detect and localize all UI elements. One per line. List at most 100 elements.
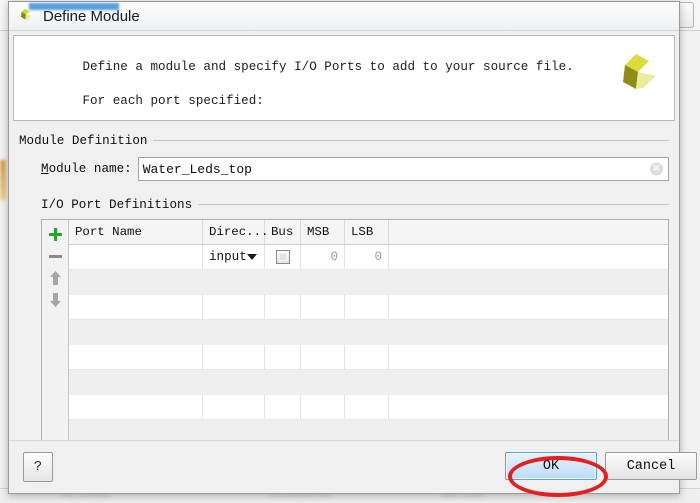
cell-empty[interactable]: [69, 295, 203, 319]
table-row-empty[interactable]: [69, 270, 668, 295]
io-ports-grid: Port Name Direc... Bus MSB LSB input 0 0: [69, 220, 668, 448]
cell-port-name[interactable]: [69, 245, 203, 269]
cell-spacer: [389, 395, 668, 419]
plus-icon: [48, 227, 62, 241]
vivado-logo-icon: [623, 54, 656, 89]
cell-empty[interactable]: [265, 345, 301, 369]
cancel-button[interactable]: Cancel: [605, 452, 697, 480]
cell-spacer: [389, 345, 668, 369]
remove-port-button[interactable]: [44, 245, 66, 267]
module-name-label-mnemonic: M: [41, 162, 49, 176]
cell-empty[interactable]: [203, 320, 265, 344]
move-up-button[interactable]: [44, 267, 66, 289]
cell-empty[interactable]: [265, 295, 301, 319]
cell-empty[interactable]: [69, 320, 203, 344]
cell-spacer: [389, 270, 668, 294]
module-name-input[interactable]: Water_Leds_top ✖: [137, 157, 669, 181]
add-port-button[interactable]: [44, 223, 66, 245]
module-definition-group: Module Definition: [19, 131, 669, 149]
dialog-footer: ? OK Cancel: [9, 440, 697, 493]
cell-empty[interactable]: [345, 395, 389, 419]
cell-empty[interactable]: [301, 395, 345, 419]
clear-circle-icon[interactable]: ✖: [650, 162, 663, 176]
cell-empty[interactable]: [265, 370, 301, 394]
column-header-lsb[interactable]: LSB: [345, 220, 389, 244]
io-ports-toolbar: [42, 220, 69, 448]
move-down-button[interactable]: [44, 289, 66, 311]
cell-empty[interactable]: [203, 370, 265, 394]
background-side-accent: [0, 160, 6, 200]
help-button[interactable]: ?: [23, 452, 53, 482]
io-ports-table: Port Name Direc... Bus MSB LSB input 0 0: [41, 219, 669, 449]
cell-empty[interactable]: [301, 295, 345, 319]
cell-direction-dropdown[interactable]: input: [203, 245, 265, 269]
cell-spacer: [389, 370, 668, 394]
chevron-down-icon: [246, 254, 257, 260]
cell-empty[interactable]: [203, 395, 265, 419]
define-module-dialog: Define Module Define a module and specif…: [8, 1, 697, 494]
help-icon: ?: [33, 459, 43, 475]
cell-empty[interactable]: [301, 345, 345, 369]
cell-empty[interactable]: [345, 270, 389, 294]
column-header-bus[interactable]: Bus: [265, 220, 301, 244]
cell-empty[interactable]: [345, 370, 389, 394]
ok-button[interactable]: OK: [505, 452, 597, 480]
table-row[interactable]: input 0 0: [69, 245, 668, 270]
table-row-empty[interactable]: [69, 295, 668, 320]
description-line-2: For each port specified:: [82, 94, 264, 108]
direction-value: input: [209, 250, 247, 264]
arrow-up-icon: [49, 271, 61, 285]
arrow-down-icon: [49, 293, 61, 307]
table-row-empty[interactable]: [69, 345, 668, 370]
cell-empty[interactable]: [265, 395, 301, 419]
io-ports-header-row: Port Name Direc... Bus MSB LSB: [69, 220, 668, 245]
module-name-row: Module name: Water_Leds_top ✖: [41, 157, 669, 181]
cell-empty[interactable]: [69, 395, 203, 419]
cell-empty[interactable]: [69, 345, 203, 369]
column-header-spacer: [389, 220, 668, 244]
checkbox-inner: [278, 253, 287, 261]
dialog-title: Define Module: [43, 7, 140, 25]
module-name-label: Module name:: [41, 162, 132, 176]
cell-empty[interactable]: [301, 320, 345, 344]
cell-empty[interactable]: [345, 345, 389, 369]
cell-spacer: [389, 245, 668, 269]
ok-button-label: OK: [542, 458, 560, 474]
column-header-direction[interactable]: Direc...: [203, 220, 269, 244]
minus-icon: [48, 254, 62, 258]
cell-empty[interactable]: [301, 370, 345, 394]
cell-empty[interactable]: [345, 295, 389, 319]
bus-checkbox[interactable]: [275, 250, 290, 264]
dialog-titlebar[interactable]: Define Module: [9, 2, 679, 31]
cell-empty[interactable]: [265, 320, 301, 344]
table-row-empty[interactable]: [69, 320, 668, 345]
cell-spacer: [389, 295, 668, 319]
module-name-label-rest: odule name:: [48, 162, 132, 176]
xilinx-logo-icon: [20, 8, 32, 20]
cell-empty[interactable]: [69, 270, 203, 294]
module-definition-title: Module Definition: [19, 134, 154, 148]
cell-spacer: [389, 320, 668, 344]
io-ports-body: input 0 0: [69, 245, 668, 448]
cell-empty[interactable]: [301, 270, 345, 294]
cell-empty[interactable]: [203, 270, 265, 294]
table-row-empty[interactable]: [69, 395, 668, 420]
column-header-port-name[interactable]: Port Name: [69, 220, 203, 244]
cell-empty[interactable]: [69, 370, 203, 394]
column-header-msb[interactable]: MSB: [301, 220, 345, 244]
io-port-definitions-title: I/O Port Definitions: [41, 198, 199, 212]
cell-empty[interactable]: [203, 295, 265, 319]
cancel-button-label: Cancel: [626, 458, 676, 474]
description-text: Define a module and specify I/O Ports to…: [14, 36, 674, 120]
table-row-empty[interactable]: [69, 370, 668, 395]
module-name-value: Water_Leds_top: [142, 161, 252, 177]
cell-bus-checkbox[interactable]: [265, 245, 301, 269]
screen: Project Location P:/Source/work Product …: [0, 0, 700, 503]
cell-empty[interactable]: [203, 345, 265, 369]
titlebar-selection-highlight: [29, 3, 119, 10]
cell-empty[interactable]: [345, 320, 389, 344]
description-line-1: Define a module and specify I/O Ports to…: [82, 60, 574, 74]
cell-lsb[interactable]: 0: [345, 245, 389, 269]
cell-msb[interactable]: 0: [301, 245, 345, 269]
cell-empty[interactable]: [265, 270, 301, 294]
